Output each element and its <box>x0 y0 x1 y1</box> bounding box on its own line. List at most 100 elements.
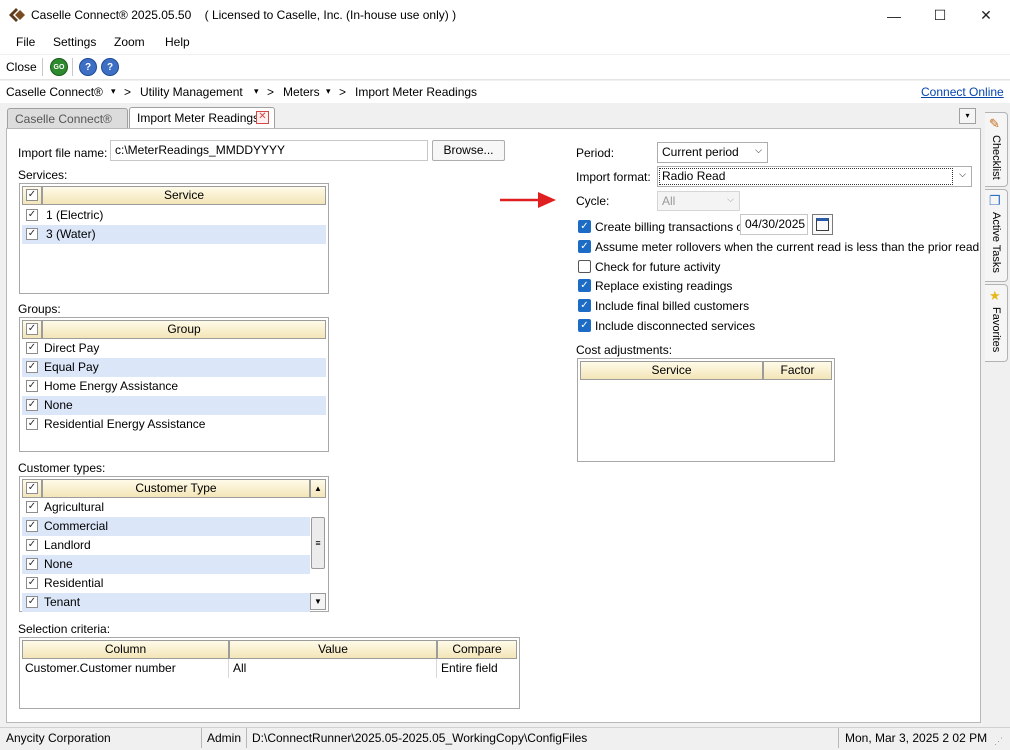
list-item[interactable]: ✓ Tenant <box>22 593 310 612</box>
go-icon[interactable]: GO <box>50 58 68 76</box>
status-separator <box>838 728 839 748</box>
scroll-down-icon[interactable]: ▼ <box>310 593 326 610</box>
breadcrumb-item-caselle-connect[interactable]: Caselle Connect® <box>6 85 103 99</box>
compare-header[interactable]: Compare <box>437 640 517 659</box>
resize-grip-icon[interactable]: ⋰ <box>994 736 1003 747</box>
checkbox-icon[interactable]: ✓ <box>26 342 38 354</box>
checkbox-icon[interactable]: ✓ <box>26 520 38 532</box>
select-all-checkbox[interactable]: ✓ <box>22 186 42 205</box>
services-column-header[interactable]: Service <box>42 186 326 205</box>
minimize-button[interactable]: — <box>871 0 917 31</box>
close-button[interactable]: Close <box>6 60 37 74</box>
import-file-input[interactable]: c:\MeterReadings_MMDDYYYY <box>110 140 428 161</box>
scroll-up-icon[interactable]: ▲ <box>310 479 326 498</box>
chevron-down-icon[interactable]: ▾ <box>254 86 259 97</box>
include-final-billed-checkbox[interactable]: ✓ <box>578 299 591 312</box>
billing-date-input[interactable]: 04/30/2025 <box>740 214 808 235</box>
list-item[interactable]: ✓ Agricultural <box>22 498 310 517</box>
checkbox-icon[interactable]: ✓ <box>26 558 38 570</box>
customer-type-column-header[interactable]: Customer Type <box>42 479 310 498</box>
list-item[interactable]: ✓ Residential Energy Assistance <box>22 415 326 434</box>
list-item[interactable]: ✓ None <box>22 555 310 574</box>
customer-types-grid: ✓ Customer Type ▲ ✓ Agricultural ✓ Commerc… <box>19 476 329 612</box>
create-billing-label: Create billing transactions on <box>595 220 750 234</box>
context-help-icon[interactable]: ? <box>101 58 119 76</box>
select-all-checkbox[interactable]: ✓ <box>22 479 42 498</box>
tab-list-dropdown-icon[interactable]: ▾ <box>959 108 976 124</box>
maximize-button[interactable]: ☐ <box>917 0 963 31</box>
group-name: Direct Pay <box>44 341 100 355</box>
table-cell: All <box>233 661 247 675</box>
status-path: D:\ConnectRunner\2025.05-2025.05_Working… <box>252 731 588 745</box>
groups-column-header[interactable]: Group <box>42 320 326 339</box>
cycle-select[interactable]: All ⌵ <box>657 191 740 211</box>
active-tasks-icon: ❐ <box>989 193 1001 208</box>
table-cell: Customer.Customer number <box>25 661 176 675</box>
table-row[interactable]: Customer.Customer number All Entire fiel… <box>22 659 517 678</box>
status-organization: Anycity Corporation <box>6 731 111 745</box>
menu-help[interactable]: Help <box>165 35 190 49</box>
service-header[interactable]: Service <box>580 361 763 380</box>
period-select[interactable]: Current period ⌵ <box>657 142 768 163</box>
list-item[interactable]: ✓ 1 (Electric) <box>22 206 326 225</box>
list-item[interactable]: ✓ None <box>22 396 326 415</box>
checkbox-icon[interactable]: ✓ <box>26 596 38 608</box>
value-header[interactable]: Value <box>229 640 437 659</box>
breadcrumb-item-utility-management[interactable]: Utility Management <box>140 85 243 99</box>
assume-rollovers-checkbox[interactable]: ✓ <box>578 240 591 253</box>
list-item[interactable]: ✓ Direct Pay <box>22 339 326 358</box>
checkbox-icon[interactable]: ✓ <box>26 577 38 589</box>
tab-label: Caselle Connect® <box>15 112 112 126</box>
chevron-down-icon[interactable]: ▾ <box>111 86 116 97</box>
list-item[interactable]: ✓ Landlord <box>22 536 310 555</box>
list-item[interactable]: ✓ 3 (Water) <box>22 225 326 244</box>
menu-settings[interactable]: Settings <box>53 35 96 49</box>
red-arrow-icon <box>500 192 556 208</box>
tab-caselle-connect[interactable]: Caselle Connect® <box>7 108 128 128</box>
menu-bar <box>0 31 1010 54</box>
checkbox-icon[interactable]: ✓ <box>26 418 38 430</box>
list-item[interactable]: ✓ Residential <box>22 574 310 593</box>
toolbar-separator <box>42 58 43 76</box>
checkbox-icon[interactable]: ✓ <box>26 380 38 392</box>
list-item[interactable]: ✓ Home Energy Assistance <box>22 377 326 396</box>
list-item[interactable]: ✓ Equal Pay <box>22 358 326 377</box>
calendar-icon[interactable] <box>812 214 833 235</box>
side-tab-active-tasks[interactable]: ❐ Active Tasks <box>985 189 1008 282</box>
include-disconnected-checkbox[interactable]: ✓ <box>578 319 591 332</box>
selection-criteria-label: Selection criteria: <box>18 622 111 636</box>
menu-zoom[interactable]: Zoom <box>114 35 145 49</box>
checkbox-icon[interactable]: ✓ <box>26 539 38 551</box>
browse-button[interactable]: Browse... <box>432 140 505 161</box>
star-icon: ★ <box>989 288 1001 303</box>
help-icon[interactable]: ? <box>79 58 97 76</box>
status-separator <box>246 728 247 748</box>
connect-online-link[interactable]: Connect Online <box>921 85 1004 99</box>
tab-import-meter-readings[interactable]: Import Meter Readings <box>129 107 275 128</box>
period-value: Current period <box>662 145 739 159</box>
chevron-down-icon[interactable]: ▾ <box>326 86 331 97</box>
checkbox-icon[interactable]: ✓ <box>26 399 38 411</box>
side-tab-checklist[interactable]: ✎ Checklist <box>985 112 1008 187</box>
column-header[interactable]: Column <box>22 640 229 659</box>
side-tab-favorites[interactable]: ★ Favorites <box>985 284 1008 362</box>
import-format-select[interactable]: Radio Read ⌵ <box>657 166 972 187</box>
close-window-button[interactable]: ✕ <box>963 0 1009 31</box>
replace-readings-checkbox[interactable]: ✓ <box>578 279 591 292</box>
checkbox-icon[interactable]: ✓ <box>26 361 38 373</box>
groups-label: Groups: <box>18 302 61 316</box>
window-title: Caselle Connect® 2025.05.50 ( Licensed t… <box>31 8 457 22</box>
breadcrumb-item-meters[interactable]: Meters <box>283 85 320 99</box>
menu-file[interactable]: File <box>16 35 35 49</box>
checkbox-icon[interactable]: ✓ <box>26 228 38 240</box>
factor-header[interactable]: Factor <box>763 361 832 380</box>
checkbox-icon[interactable]: ✓ <box>26 209 38 221</box>
checkbox-icon[interactable]: ✓ <box>26 501 38 513</box>
list-item[interactable]: ✓ Commercial <box>22 517 310 536</box>
group-name: Equal Pay <box>44 360 99 374</box>
scrollbar-thumb[interactable]: ≡ <box>311 517 325 569</box>
create-billing-checkbox[interactable]: ✓ <box>578 220 591 233</box>
select-all-checkbox[interactable]: ✓ <box>22 320 42 339</box>
check-future-activity-checkbox[interactable] <box>578 260 591 273</box>
tab-close-icon[interactable]: ✕ <box>256 111 269 124</box>
